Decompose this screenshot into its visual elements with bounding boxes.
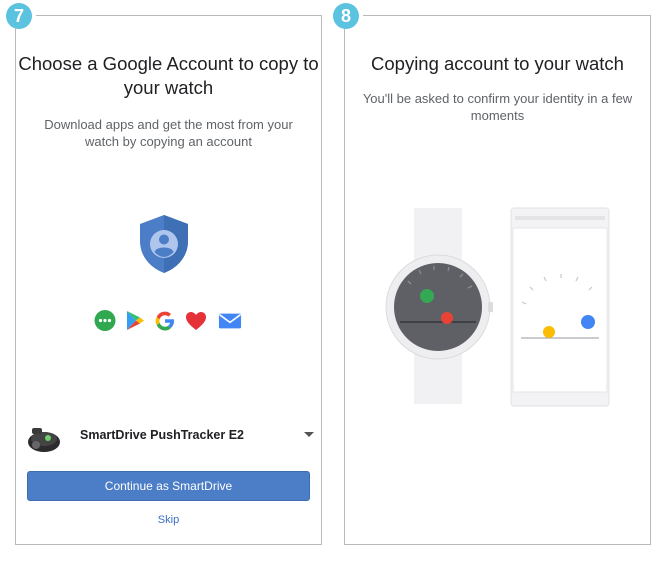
app-icons-row bbox=[16, 309, 321, 335]
messages-icon bbox=[94, 310, 116, 331]
account-shield-icon bbox=[140, 215, 188, 273]
account-selector[interactable]: SmartDrive PushTracker E2 bbox=[24, 418, 314, 458]
device-avatar bbox=[28, 428, 60, 452]
page-title: Choose a Google Account to copy to your … bbox=[18, 53, 319, 98]
skip-link[interactable]: Skip bbox=[16, 514, 321, 526]
page-subtitle: You'll be asked to confirm your identity… bbox=[362, 91, 633, 123]
account-name: SmartDrive PushTracker E2 bbox=[80, 428, 244, 442]
chevron-down-icon[interactable] bbox=[304, 432, 314, 437]
copying-account-screen: Copying account to your watch You'll be … bbox=[344, 15, 651, 545]
page-subtitle: Download apps and get the most from your… bbox=[44, 117, 293, 149]
continue-button[interactable]: Continue as SmartDrive bbox=[27, 471, 310, 501]
google-icon bbox=[155, 311, 174, 331]
page-title: Copying account to your watch bbox=[371, 53, 624, 74]
account-chooser-screen: Choose a Google Account to copy to your … bbox=[15, 15, 322, 545]
mail-icon bbox=[218, 313, 242, 329]
step-badge-7: 7 bbox=[6, 3, 32, 29]
step-badge-8: 8 bbox=[333, 3, 359, 29]
watch-phone-illustration bbox=[385, 207, 610, 407]
heart-icon bbox=[186, 312, 206, 330]
play-store-icon bbox=[127, 311, 144, 330]
